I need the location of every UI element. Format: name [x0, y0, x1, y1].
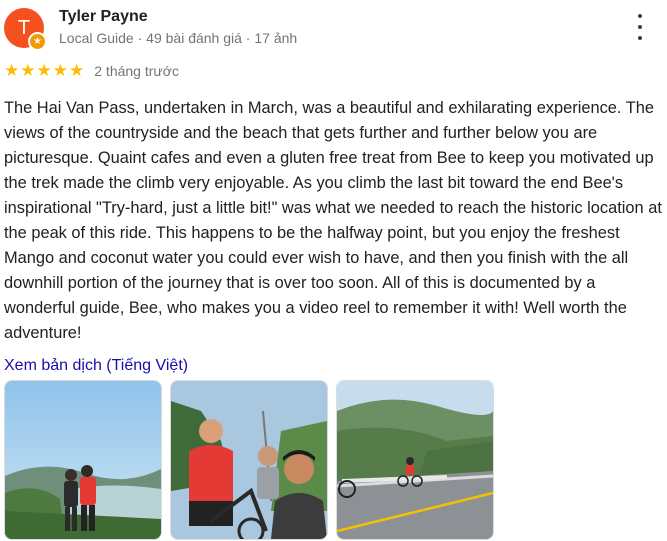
photo-1-image	[5, 381, 161, 539]
reviewer-name[interactable]: Tyler Payne	[59, 8, 148, 26]
review-photo-1[interactable]	[4, 380, 162, 540]
star-icon: ★	[20, 61, 36, 80]
local-guide-star-icon: ★	[28, 32, 47, 51]
star-rating: ★ ★ ★ ★ ★	[4, 62, 84, 80]
star-icon: ★	[4, 61, 20, 80]
review-text: The Hai Van Pass, undertaken in March, w…	[4, 99, 662, 342]
reviewer-meta: Local Guide · 49 bài đánh giá · 17 ảnh	[59, 30, 298, 46]
more-dot	[638, 36, 642, 40]
photo-strip	[4, 380, 494, 540]
review-photo-2[interactable]	[170, 380, 328, 540]
more-dot	[638, 14, 642, 18]
review-photo-3[interactable]	[336, 380, 494, 540]
review-time: 2 tháng trước	[94, 63, 179, 79]
more-dot	[638, 25, 642, 29]
photo-3-image	[337, 381, 493, 539]
star-icon: ★	[69, 61, 85, 80]
star-icon: ★	[36, 61, 52, 80]
more-options-icon[interactable]	[630, 14, 650, 40]
rating-row: ★ ★ ★ ★ ★ 2 tháng trước	[4, 62, 179, 80]
photo-2-image	[171, 381, 327, 539]
star-icon: ★	[52, 61, 68, 80]
translate-link[interactable]: Xem bản dịch (Tiếng Việt)	[4, 357, 188, 375]
